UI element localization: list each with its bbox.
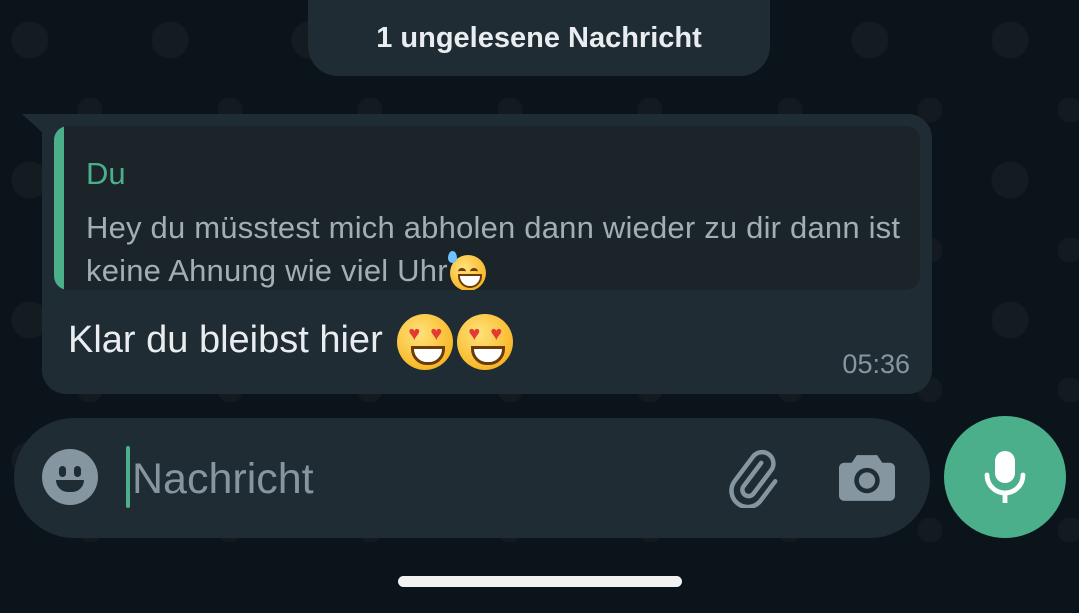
message-text-block: Klar du bleibst hier ♥ ♥ ♥ ♥ (68, 314, 514, 370)
incoming-message-bubble[interactable]: Du Hey du müsstest mich abholen dann wie… (42, 114, 932, 394)
camera-icon[interactable] (836, 450, 898, 506)
grinning-face-with-sweat-emoji-icon (447, 250, 486, 290)
quote-accent-bar (54, 126, 64, 290)
emoji-icon[interactable] (42, 449, 98, 505)
unread-messages-banner: 1 ungelesene Nachricht (308, 0, 770, 76)
message-text: Klar du bleibst hier (68, 319, 383, 362)
unread-messages-label: 1 ungelesene Nachricht (376, 21, 702, 54)
microphone-icon (984, 451, 1026, 503)
quote-text-block: Hey du müsstest mich abholen dann wieder… (86, 206, 916, 290)
home-indicator[interactable] (398, 576, 682, 587)
heart-eyes-emoji-icon: ♥ ♥ (397, 314, 454, 370)
bubble-tail (22, 114, 44, 134)
voice-message-button[interactable] (944, 416, 1066, 538)
quote-text: Hey du müsstest mich abholen dann wieder… (86, 210, 901, 288)
quote-author: Du (86, 156, 126, 191)
quoted-message[interactable]: Du Hey du müsstest mich abholen dann wie… (54, 126, 920, 290)
message-timestamp: 05:36 (842, 349, 910, 379)
message-input[interactable] (130, 444, 694, 514)
paperclip-icon[interactable] (720, 448, 784, 508)
message-composer (14, 418, 930, 538)
heart-eyes-emoji-icon: ♥ ♥ (457, 314, 514, 370)
